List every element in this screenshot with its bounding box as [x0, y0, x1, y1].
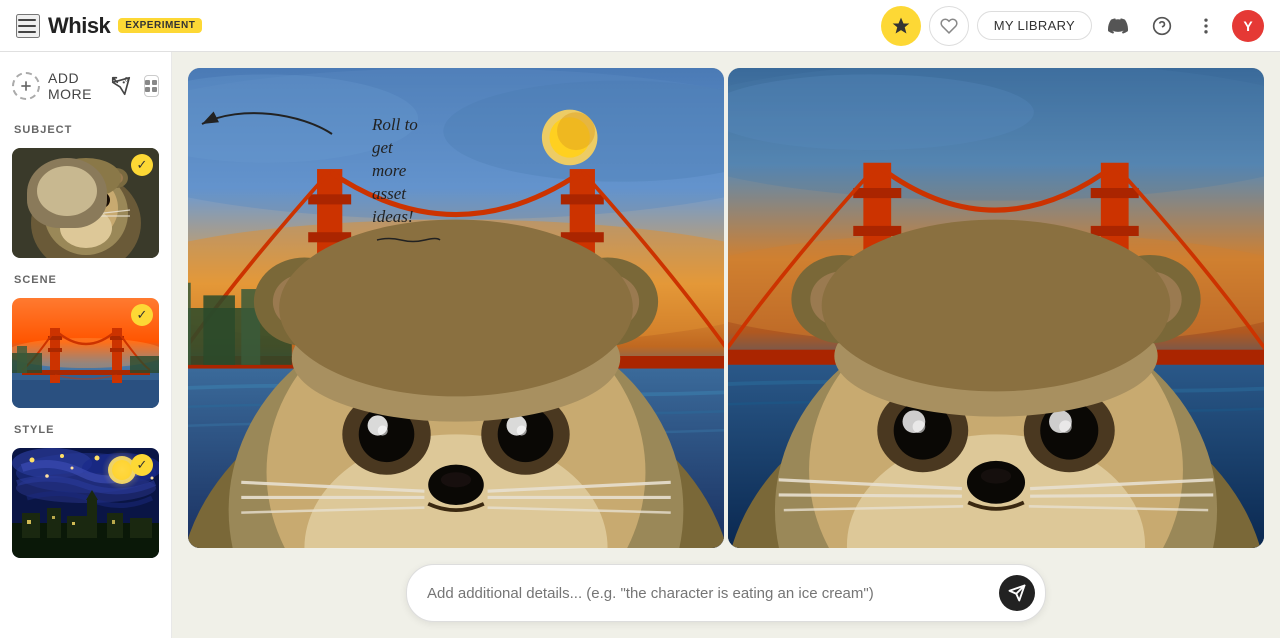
prompt-submit-button[interactable] [999, 575, 1035, 611]
scene-thumbnail[interactable]: ✓ [12, 298, 159, 408]
discord-button[interactable] [1100, 8, 1136, 44]
main-content: Roll to get more asset ideas! [172, 52, 1280, 638]
plus-icon [18, 78, 34, 94]
heart-icon [940, 17, 958, 35]
more-options-button[interactable] [1188, 8, 1224, 44]
generate-icon [891, 16, 911, 36]
header-left: Whisk EXPERIMENT [16, 13, 873, 39]
prompt-bar [406, 564, 1046, 622]
generate-button[interactable] [881, 6, 921, 46]
sidebar: ADD More 0 SUBJECT [0, 52, 172, 638]
help-button[interactable] [1144, 8, 1180, 44]
left-image-svg [188, 68, 724, 548]
images-grid [172, 52, 1280, 556]
grid-icon [145, 80, 157, 92]
generated-image-left[interactable] [188, 68, 724, 548]
app-title: Whisk [48, 13, 110, 39]
like-button[interactable] [929, 6, 969, 46]
help-icon [1152, 16, 1172, 36]
experiment-badge: EXPERIMENT [118, 18, 202, 33]
add-more-row: ADD More 0 [0, 64, 171, 112]
discord-icon [1108, 16, 1128, 36]
main-layout: ADD More 0 SUBJECT [0, 52, 1280, 638]
svg-text:0: 0 [124, 76, 128, 83]
dice-icon: 0 [110, 75, 132, 97]
my-library-button[interactable]: MY LIBRARY [977, 11, 1092, 40]
more-icon [1196, 16, 1216, 36]
add-more-button[interactable] [12, 72, 40, 100]
subject-check: ✓ [131, 154, 153, 176]
prompt-bar-area [172, 556, 1280, 638]
roll-dice-button[interactable]: 0 [110, 72, 132, 100]
header-center [881, 6, 969, 46]
send-icon [1008, 584, 1026, 602]
scene-label: SCENE [0, 266, 171, 290]
grid-view-button[interactable] [144, 75, 159, 97]
header-right: MY LIBRARY Y [977, 8, 1264, 44]
style-check: ✓ [131, 454, 153, 476]
subject-thumbnail[interactable]: ✓ [12, 148, 159, 258]
app-header: Whisk EXPERIMENT MY LIBRARY [0, 0, 1280, 52]
style-label: STYLE [0, 416, 171, 440]
add-more-label: ADD More [48, 70, 102, 102]
scene-check: ✓ [131, 304, 153, 326]
prompt-input[interactable] [427, 585, 999, 602]
right-image-svg [728, 68, 1264, 548]
style-thumbnail[interactable]: ✓ [12, 448, 159, 558]
menu-button[interactable] [16, 14, 40, 38]
generated-image-right[interactable] [728, 68, 1264, 548]
avatar[interactable]: Y [1232, 10, 1264, 42]
subject-label: SUBJECT [0, 116, 171, 140]
